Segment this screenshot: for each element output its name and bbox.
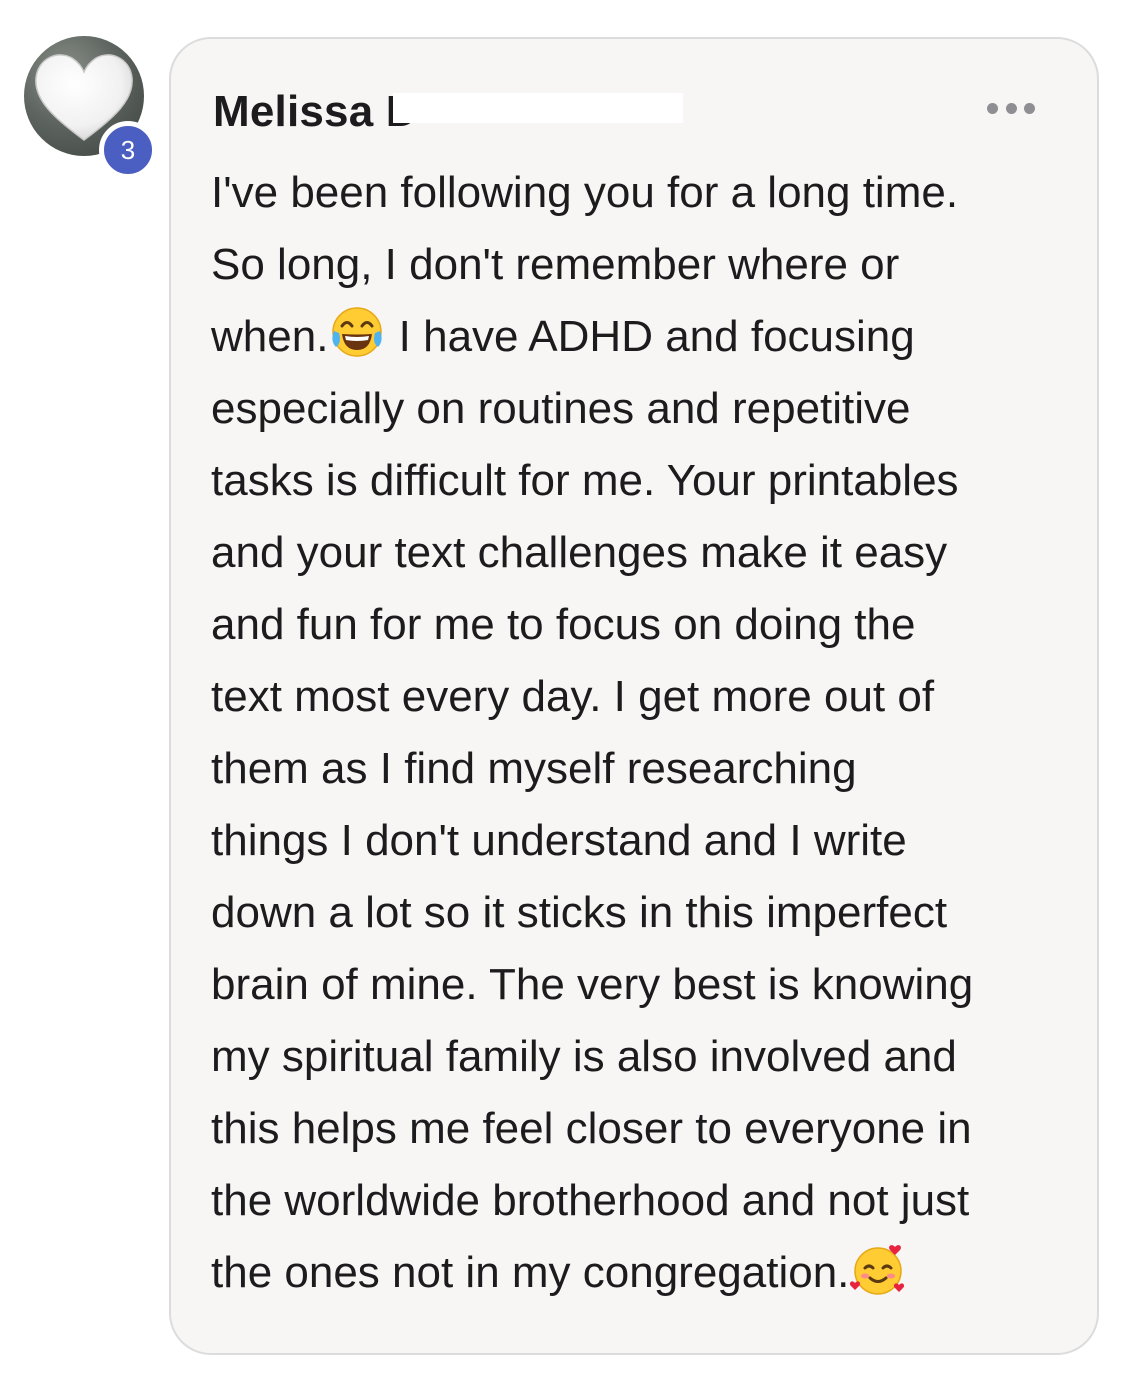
author-name[interactable]: Melissa D (213, 87, 418, 137)
comment-line-with-emoji: the ones not in my congregation. (211, 1237, 1071, 1309)
comment-line-segment: the ones not in my congregation. (211, 1248, 850, 1297)
more-options-icon (1005, 102, 1017, 114)
comment-line: this helps me feel closer to everyone in (211, 1104, 972, 1153)
comment-line: and your text challenges make it easy (211, 528, 948, 577)
comment-line: my spiritual family is also involved and (211, 1032, 957, 1081)
comment-line: things I don't understand and I write (211, 816, 907, 865)
comment-line: especially on routines and repetitive (211, 384, 911, 433)
comment-line: tasks is difficult for me. Your printabl… (211, 456, 959, 505)
more-options-icon (987, 102, 998, 114)
comment-line: and fun for me to focus on doing the (211, 600, 916, 649)
commenter-avatar-container[interactable]: 3 (24, 36, 157, 179)
comment-text: I've been following you for a long time.… (211, 157, 1071, 1309)
badge-count: 3 (120, 134, 136, 165)
notification-badge: 3 (99, 121, 157, 179)
comment-line: them as I find myself researching (211, 744, 857, 793)
smiling-face-with-hearts-emoji (850, 1245, 905, 1295)
comment-line: the worldwide brotherhood and not just (211, 1176, 970, 1225)
comment-line-with-emoji: when. I have ADHD and focusing (211, 301, 1071, 373)
comment-line: text most every day. I get more out of (211, 672, 935, 721)
comment-line: brain of mine. The very best is knowing (211, 960, 974, 1009)
comment-line-segment: I have ADHD and focusing (386, 312, 915, 361)
more-options-icon (1024, 102, 1035, 114)
comment-line-segment: when. (211, 312, 329, 361)
more-options-button[interactable] (987, 95, 1035, 121)
comment-bubble: Melissa D I've been following you for a … (169, 37, 1099, 1355)
name-redaction (393, 93, 683, 123)
comment-line: I've been following you for a long time. (211, 168, 959, 217)
comment-line: down a lot so it sticks in this imperfec… (211, 888, 948, 937)
comment-line: So long, I don't remember where or (211, 240, 900, 289)
tears-of-joy-emoji (332, 307, 383, 357)
